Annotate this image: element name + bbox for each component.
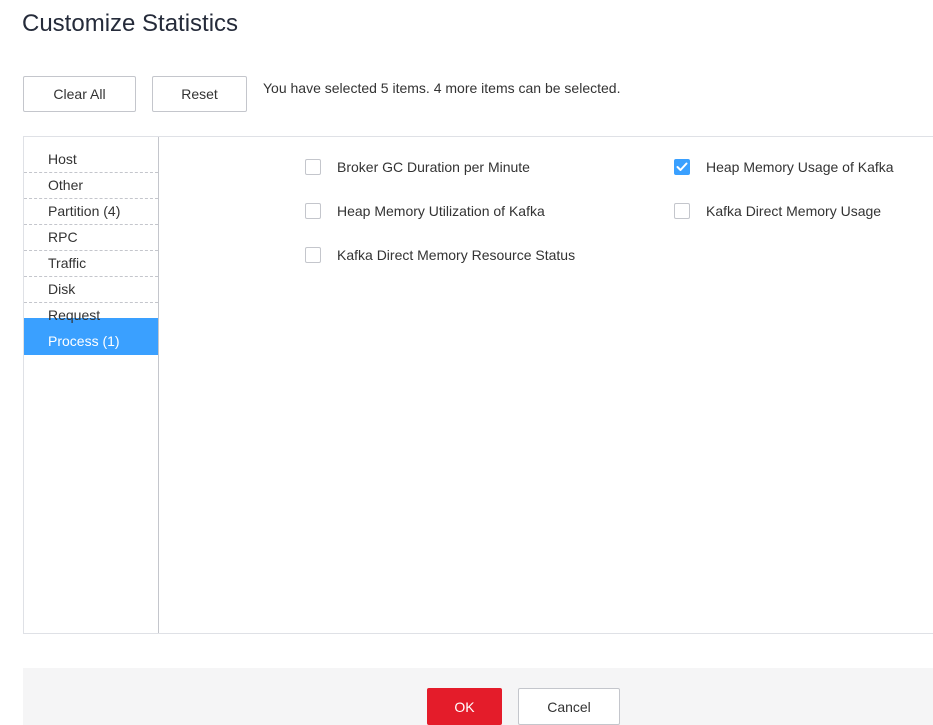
checkbox[interactable] xyxy=(305,203,321,219)
customize-statistics-dialog: Customize Statistics Clear All Reset You… xyxy=(0,0,933,725)
checkbox-checked[interactable] xyxy=(674,159,690,175)
option-label: Broker GC Duration per Minute xyxy=(337,159,530,175)
cancel-button[interactable]: Cancel xyxy=(518,688,620,725)
category-list: Host Other Partition (4) RPC Traffic Dis… xyxy=(24,137,159,633)
dialog-footer: OK Cancel xyxy=(23,668,933,725)
reset-button[interactable]: Reset xyxy=(152,76,247,112)
checkmark-icon xyxy=(676,162,688,171)
checkbox[interactable] xyxy=(674,203,690,219)
ok-button[interactable]: OK xyxy=(427,688,502,725)
option-label: Heap Memory Utilization of Kafka xyxy=(337,203,545,219)
toolbar: Clear All Reset You have selected 5 item… xyxy=(23,75,620,113)
dialog-title: Customize Statistics xyxy=(22,10,239,37)
option-kafka-direct-memory-resource-status[interactable]: Kafka Direct Memory Resource Status xyxy=(305,247,575,263)
checkbox[interactable] xyxy=(305,159,321,175)
option-heap-memory-usage[interactable]: Heap Memory Usage of Kafka xyxy=(674,159,894,175)
option-label: Kafka Direct Memory Resource Status xyxy=(337,247,576,263)
selection-hint: You have selected 5 items. 4 more items … xyxy=(263,80,621,96)
option-heap-memory-utilization[interactable]: Heap Memory Utilization of Kafka xyxy=(305,203,545,219)
option-label: Kafka Direct Memory Usage xyxy=(706,203,882,219)
option-broker-gc-duration[interactable]: Broker GC Duration per Minute xyxy=(305,159,530,175)
option-kafka-direct-memory-usage[interactable]: Kafka Direct Memory Usage xyxy=(674,203,881,219)
clear-all-button[interactable]: Clear All xyxy=(23,76,136,112)
checkbox[interactable] xyxy=(305,247,321,263)
option-label: Heap Memory Usage of Kafka xyxy=(706,159,894,175)
option-list: Broker GC Duration per Minute Heap Memor… xyxy=(159,137,933,633)
statistics-panel: Host Other Partition (4) RPC Traffic Dis… xyxy=(23,136,933,634)
